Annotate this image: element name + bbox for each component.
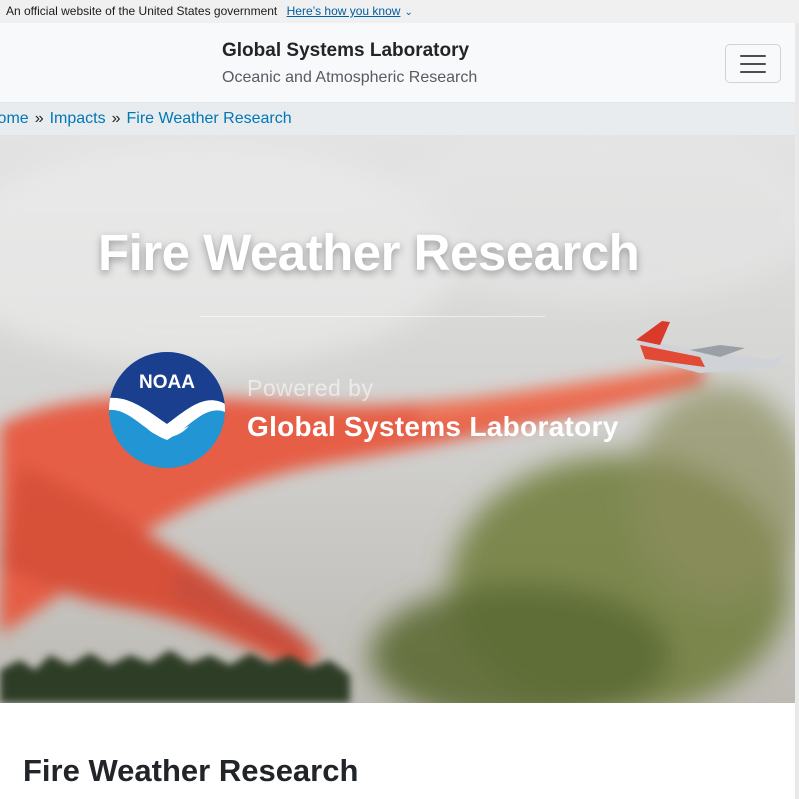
lab-name: Global Systems Laboratory <box>247 411 619 442</box>
hero-divider <box>200 316 545 317</box>
breadcrumb-impacts[interactable]: Impacts <box>50 110 106 127</box>
breadcrumb-separator: » <box>111 110 121 127</box>
noaa-logo-icon[interactable]: NOAA <box>109 352 225 468</box>
hero-title: Fire Weather Research <box>98 224 640 281</box>
chevron-down-icon: ⌄ <box>404 7 413 18</box>
hamburger-icon <box>740 54 766 57</box>
site-header: Global Systems Laboratory Oceanic and At… <box>0 23 795 103</box>
hamburger-icon-bar <box>740 62 766 65</box>
breadcrumb-home[interactable]: Home <box>0 110 29 127</box>
site-subtitle[interactable]: Oceanic and Atmospheric Research <box>222 69 477 87</box>
page-title: Fire Weather Research <box>23 753 359 788</box>
breadcrumb-separator: » <box>34 110 44 127</box>
heres-how-you-know-link[interactable]: Here’s how you know ⌄ <box>287 4 413 18</box>
breadcrumb: Home » Impacts » Fire Weather Research <box>0 103 795 135</box>
menu-toggle-button[interactable] <box>725 44 781 83</box>
noaa-logo-text: NOAA <box>139 372 195 393</box>
powered-by-label: Powered by <box>247 375 374 401</box>
site-title[interactable]: Global Systems Laboratory <box>222 40 469 62</box>
scrollbar[interactable] <box>795 23 799 799</box>
breadcrumb-current[interactable]: Fire Weather Research <box>127 110 292 127</box>
heres-how-you-know-label: Here’s how you know <box>286 4 401 18</box>
gov-banner-text: An official website of the United States… <box>6 4 278 18</box>
gov-banner: An official website of the United States… <box>0 0 799 23</box>
hamburger-icon-bar <box>740 70 766 73</box>
hero-banner: Fire Weather Research NOAA Powered by Gl… <box>0 135 795 703</box>
